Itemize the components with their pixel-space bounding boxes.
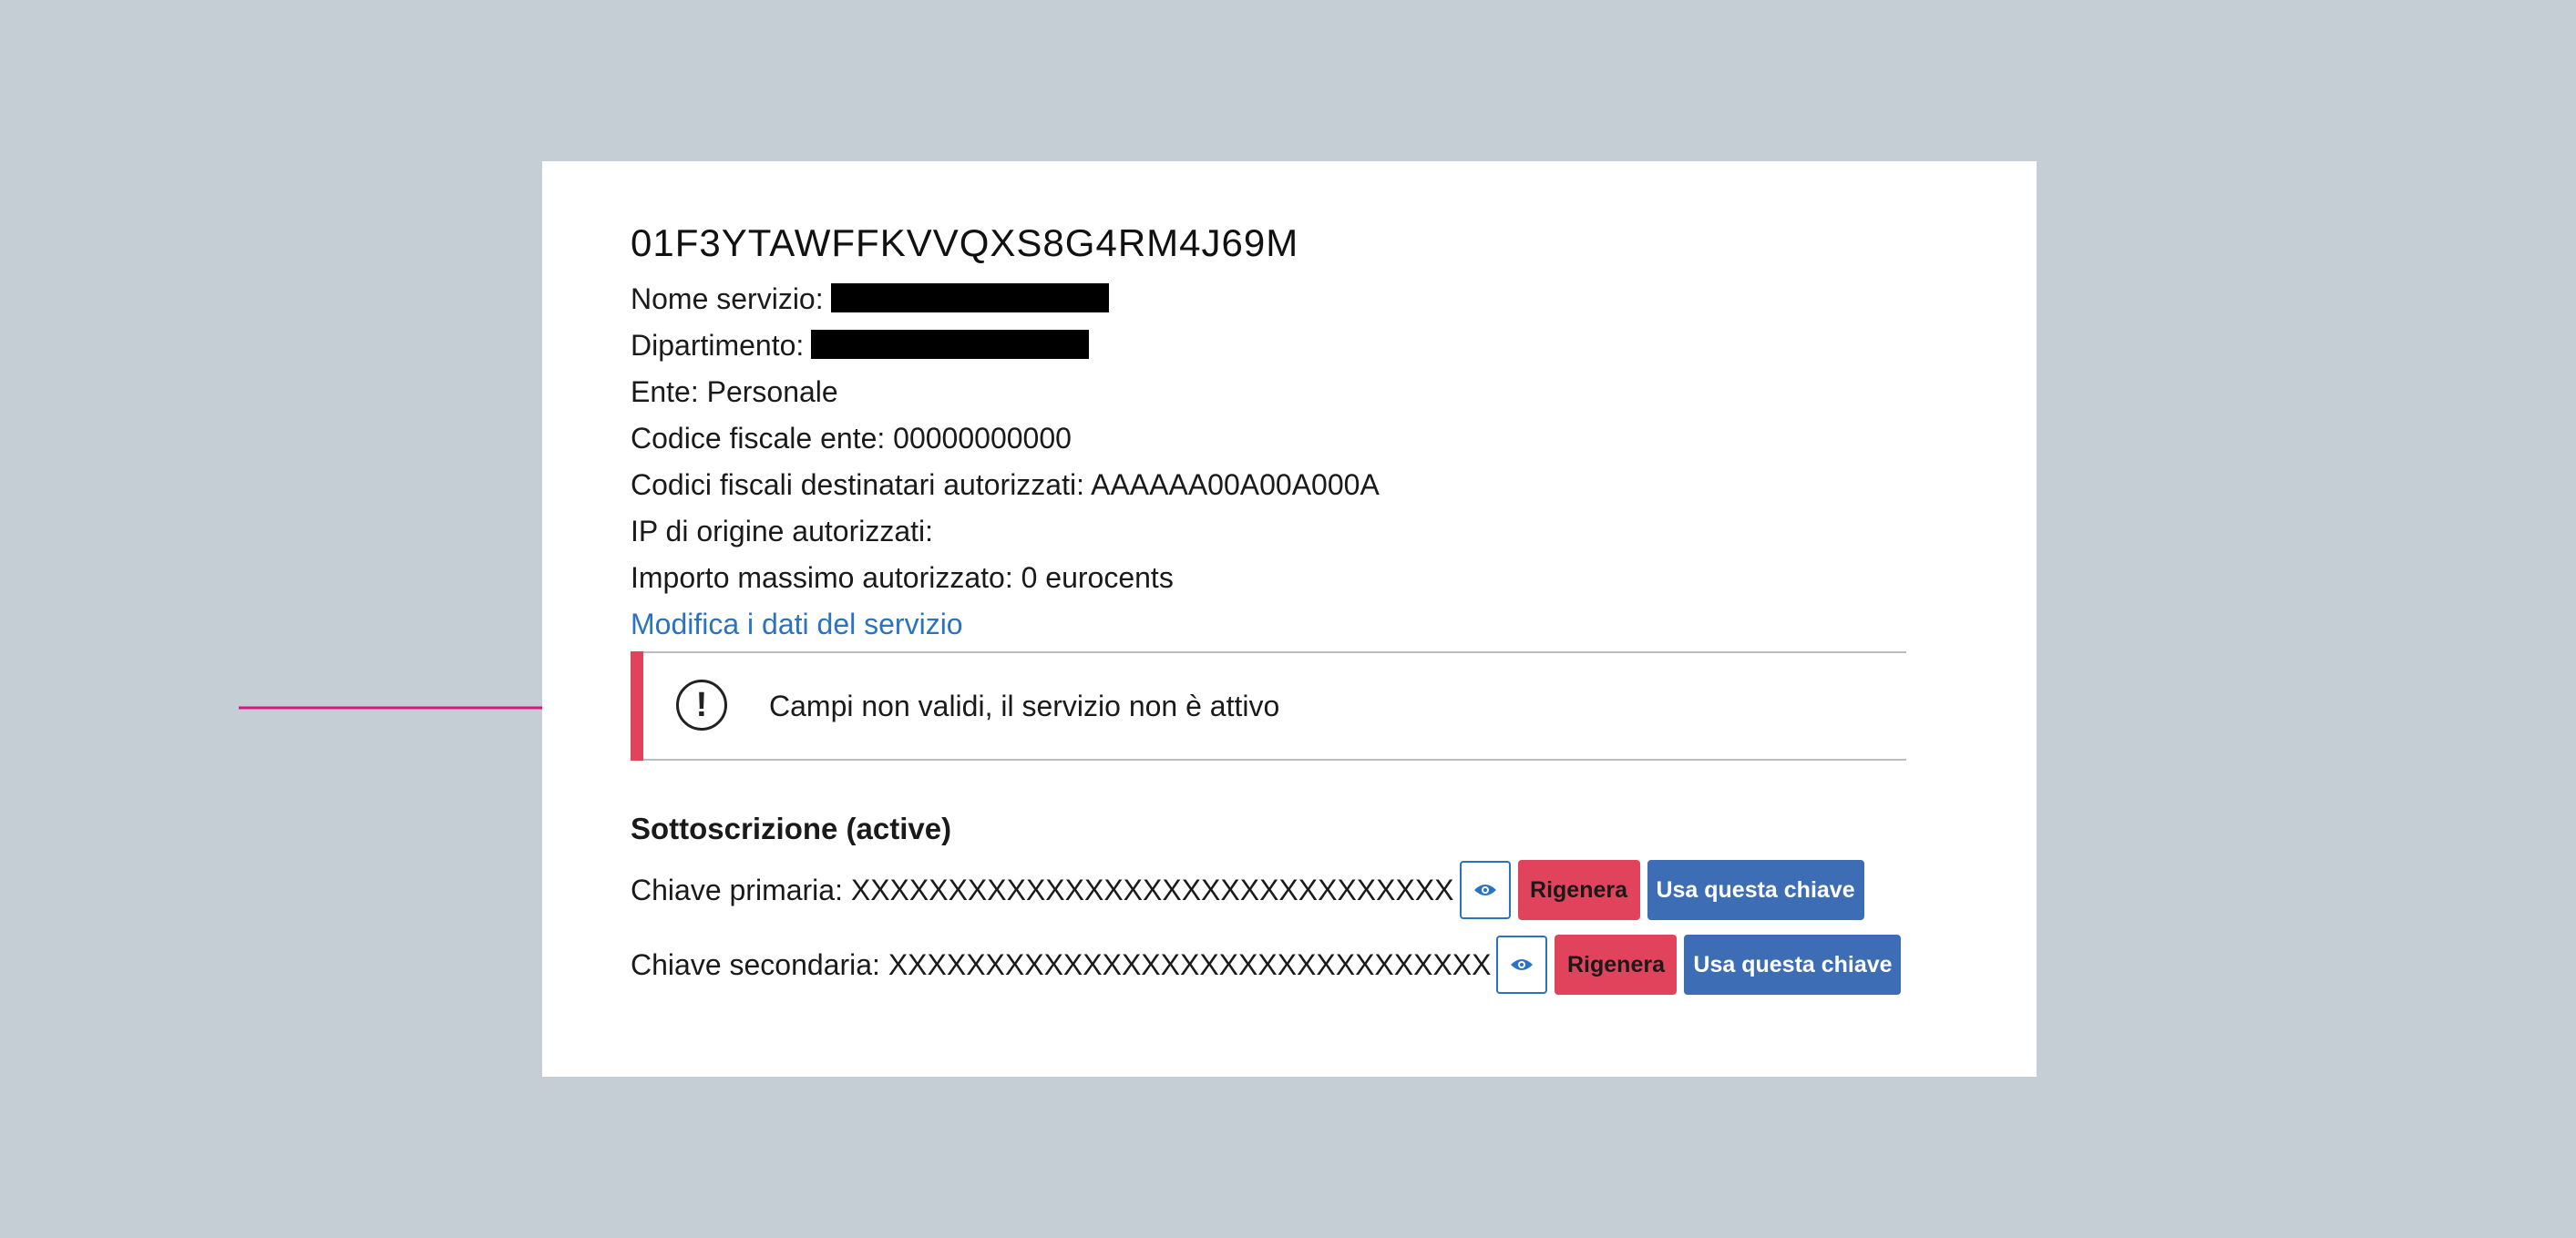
exclamation-circle-icon: !: [676, 680, 727, 731]
service-name-label: Nome servizio:: [631, 282, 824, 315]
show-primary-key-button[interactable]: [1459, 861, 1511, 919]
primary-key-row: Chiave primaria: XXXXXXXXXXXXXXXXXXXXXXX…: [631, 859, 1952, 921]
alert-accent-bar: [631, 651, 643, 761]
fiscal-code-line: Codice fiscale ente: 00000000000: [631, 422, 1072, 455]
service-name-row: Nome servizio:: [631, 276, 1952, 322]
service-id: 01F3YTAWFFKVVQXS8G4RM4J69M: [631, 221, 1299, 264]
regenerate-primary-key-button[interactable]: Rigenera: [1517, 860, 1640, 920]
use-primary-key-button[interactable]: Usa questa chiave: [1647, 860, 1864, 920]
authorized-ips-line: IP di origine autorizzati:: [631, 515, 934, 547]
show-secondary-key-button[interactable]: [1496, 936, 1548, 994]
invalid-fields-alert: ! Campi non validi, il servizio non è at…: [631, 651, 1906, 761]
redacted-service-name: [830, 283, 1109, 312]
secondary-key-row: Chiave secondaria: XXXXXXXXXXXXXXXXXXXXX…: [631, 934, 1952, 996]
use-secondary-key-button[interactable]: Usa questa chiave: [1684, 935, 1902, 995]
department-label: Dipartimento:: [631, 329, 805, 362]
alert-text: Campi non validi, il servizio non è atti…: [769, 690, 1280, 722]
primary-key-label: Chiave primaria: XXXXXXXXXXXXXXXXXXXXXXX…: [631, 873, 1454, 906]
authorized-recipients-line: Codici fiscali destinatari autorizzati: …: [631, 468, 1380, 501]
department-row: Dipartimento:: [631, 322, 1952, 369]
max-amount-line: Importo massimo autorizzato: 0 eurocents: [631, 561, 1174, 594]
edit-service-link[interactable]: Modifica i dati del servizio: [631, 601, 1952, 648]
secondary-key-label: Chiave secondaria: XXXXXXXXXXXXXXXXXXXXX…: [631, 947, 1492, 981]
eye-icon: [1473, 885, 1496, 895]
eye-icon: [1511, 959, 1534, 970]
subscription-title: Sottoscrizione (active): [631, 812, 952, 845]
service-card: 01F3YTAWFFKVVQXS8G4RM4J69M Nome servizio…: [542, 161, 2037, 1077]
entity-line: Ente: Personale: [631, 375, 838, 408]
regenerate-secondary-key-button[interactable]: Rigenera: [1555, 935, 1678, 995]
redacted-department: [811, 330, 1090, 359]
